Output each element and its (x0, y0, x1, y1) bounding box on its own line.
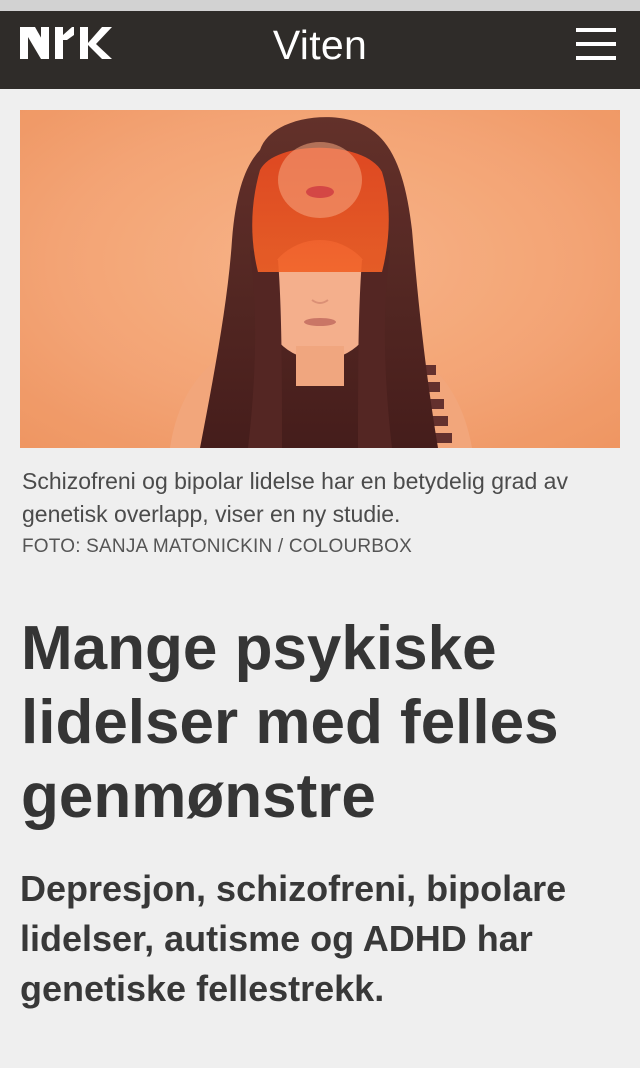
hero-image[interactable] (20, 110, 620, 448)
menu-bar-top (576, 28, 616, 32)
photo-credit: FOTO: SANJA MATONICKIN / COLOURBOX (22, 536, 413, 557)
menu-bar-middle (576, 42, 616, 46)
menu-bar-bottom (576, 56, 616, 60)
article-lead: Depresjon, schizofreni, bipolare lidelse… (20, 868, 567, 1009)
section-title[interactable]: Viten (0, 21, 640, 69)
menu-button[interactable] (574, 27, 618, 61)
top-navigation-bar: Viten (0, 11, 640, 89)
article-headline: Mange psykiske lidelser med felles genmø… (21, 614, 559, 831)
hero-photo-illustration (20, 110, 620, 448)
status-strip (0, 0, 640, 11)
image-caption: Schizofreni og bipolar lidelse har en be… (22, 468, 568, 527)
